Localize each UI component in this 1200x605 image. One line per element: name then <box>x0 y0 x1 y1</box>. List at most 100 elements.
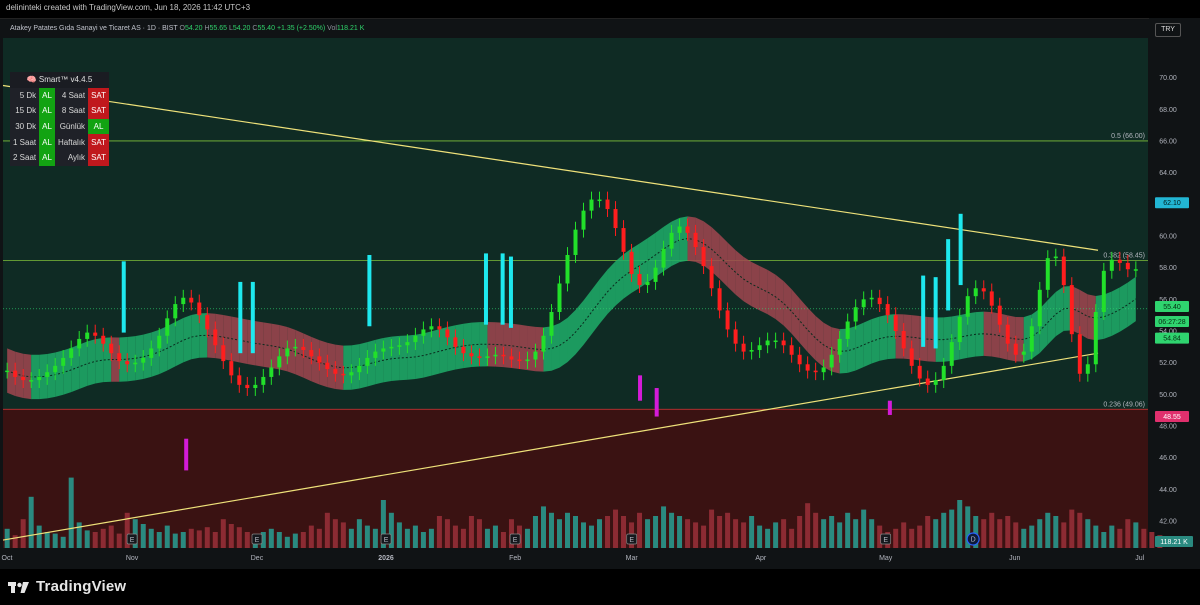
candle-body <box>365 357 370 366</box>
magenta-marker <box>638 375 643 401</box>
candle-body <box>21 376 26 381</box>
candle-body <box>653 267 658 282</box>
cloud-segment <box>135 334 144 381</box>
candle-body <box>981 288 986 292</box>
tradingview-logo[interactable]: TradingView <box>8 578 126 595</box>
volume-bar <box>212 532 218 548</box>
candle-body <box>37 376 42 381</box>
candle-body <box>5 370 10 373</box>
high-value: 55.65 <box>209 25 228 32</box>
y-tick-label: 44.00 <box>1159 487 1177 494</box>
volume-bar <box>613 509 619 548</box>
y-tick-label: 64.00 <box>1159 170 1177 177</box>
volume-bar <box>981 519 987 548</box>
volume-bar <box>548 512 554 548</box>
spike-marker <box>946 239 951 311</box>
volume-bar <box>196 530 202 548</box>
volume-bar <box>821 519 827 548</box>
candle-body <box>885 304 890 316</box>
volume-bar <box>925 516 931 548</box>
candle-body <box>397 345 402 347</box>
volume-bar <box>829 516 835 548</box>
candle-body <box>69 348 74 358</box>
volume-bar <box>589 525 595 548</box>
volume-tag-label: 118.21 K <box>1160 539 1188 546</box>
volume-bar <box>372 528 378 548</box>
y-tick-label: 66.00 <box>1159 138 1177 145</box>
signal-badge: AL <box>39 149 55 166</box>
volume-bar <box>348 528 354 548</box>
timeframe-label: 8 Saat <box>54 103 89 119</box>
candle-body <box>517 359 522 362</box>
volume-bar <box>605 516 611 548</box>
volume-bar <box>957 500 963 548</box>
candle-body <box>101 335 106 344</box>
candle-body <box>77 338 82 349</box>
candle-body <box>429 326 434 330</box>
volume-bar <box>460 528 466 548</box>
volume-bar <box>244 532 250 548</box>
volume-bar <box>701 525 707 548</box>
candle-body <box>13 370 18 377</box>
volume-bar <box>709 509 715 548</box>
fib-label: 0.236 (49.06) <box>1103 401 1145 408</box>
timeframe-label: 4 Saat <box>54 87 89 104</box>
candle-body <box>245 384 250 389</box>
spike-marker <box>238 281 243 354</box>
candle-body <box>141 357 146 363</box>
candle-body <box>1029 326 1034 352</box>
vol-label: Vol <box>327 25 337 32</box>
tradingview-logo-icon <box>8 580 30 594</box>
candle-body <box>725 310 730 330</box>
volume-bar <box>300 532 306 548</box>
candle-body <box>1037 289 1042 327</box>
volume-bar <box>164 525 170 548</box>
candle-body <box>317 356 322 363</box>
volume-bar <box>725 512 731 548</box>
candle-body <box>861 299 866 308</box>
volume-bar <box>420 532 426 548</box>
candle-body <box>789 345 794 355</box>
volume-bar <box>492 525 498 548</box>
candle-body <box>629 251 634 274</box>
price-chart[interactable]: 0.5 (66.00) 0.382 (58.45) 0.236 (49.06) E E E… <box>0 0 1200 569</box>
volume-bar <box>733 519 739 548</box>
y-tick-label: 52.00 <box>1159 360 1177 367</box>
volume-bar <box>1077 512 1083 548</box>
cloud-segment <box>1127 276 1136 327</box>
candle-body <box>589 199 594 211</box>
candle-body <box>125 361 130 365</box>
cloud-segment <box>567 310 576 363</box>
volume-bar <box>749 516 755 548</box>
magenta-marker <box>654 388 659 417</box>
table-row: 30 Dk AL Günlük AL <box>10 118 110 135</box>
y-tick-label: 48.00 <box>1159 424 1177 431</box>
candle-body <box>349 372 354 376</box>
timeframe-label: Haftalık <box>54 134 89 150</box>
volume-bar <box>564 512 570 548</box>
candle-body <box>1053 256 1058 259</box>
cloud-segment <box>87 339 96 386</box>
volume-bar <box>1005 516 1011 548</box>
candle-body <box>93 332 98 336</box>
volume-bar <box>773 522 779 548</box>
candle-body <box>877 297 882 305</box>
candle-body <box>781 340 786 346</box>
volume-bar <box>276 532 282 548</box>
fib-label: 0.5 (66.00) <box>1111 133 1145 140</box>
volume-bar <box>524 528 530 548</box>
spike-marker <box>933 277 938 349</box>
currency-button[interactable]: TRY <box>1155 23 1181 37</box>
volume-bar <box>845 512 851 548</box>
volume-bar <box>364 525 370 548</box>
volume-bar <box>933 519 939 548</box>
candle-body <box>309 350 314 357</box>
candle-body <box>165 318 170 336</box>
volume-bar <box>997 519 1003 548</box>
candle-body <box>837 338 842 355</box>
table-row: 2 Saat AL Aylık SAT <box>10 149 110 166</box>
candle-body <box>269 367 274 377</box>
candle-body <box>221 345 226 362</box>
y-tick-label: 42.00 <box>1159 519 1177 526</box>
close-value: 55.40 <box>257 25 275 32</box>
